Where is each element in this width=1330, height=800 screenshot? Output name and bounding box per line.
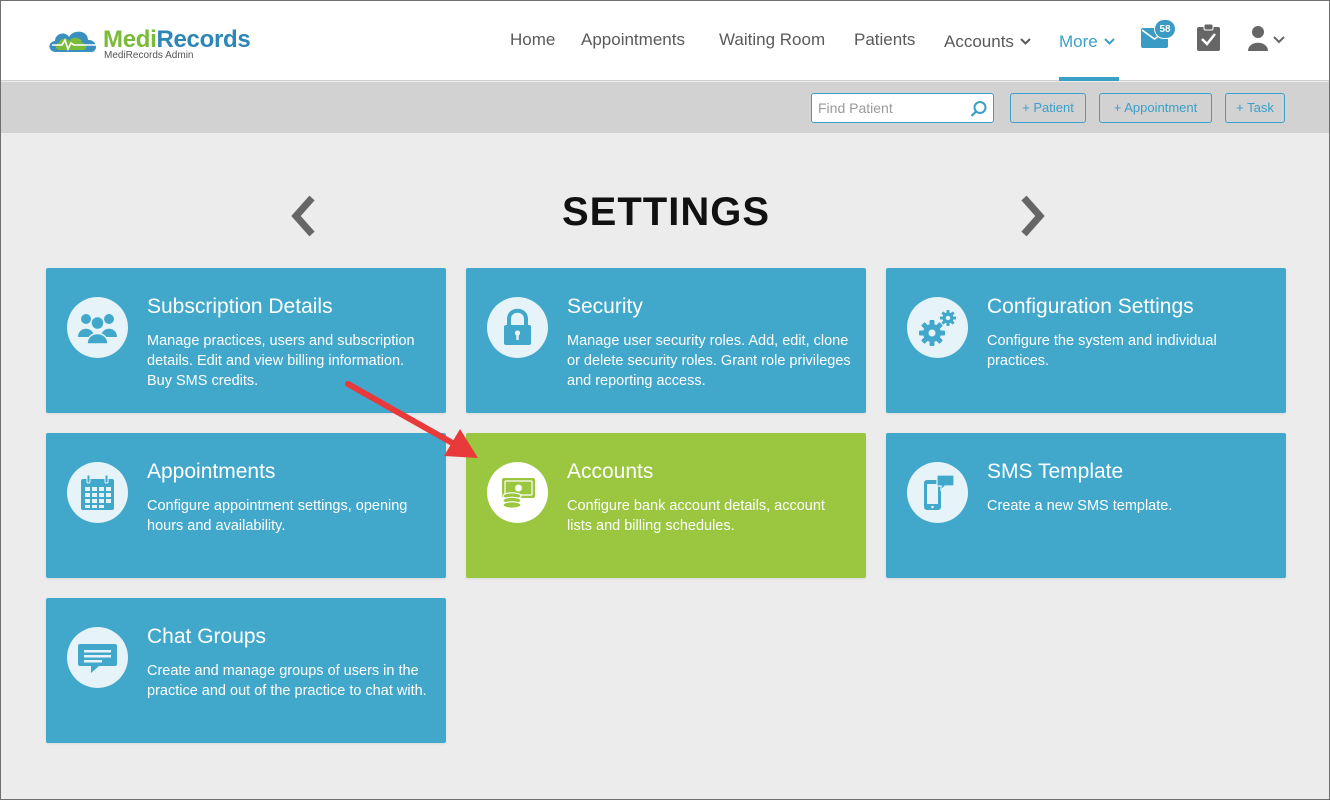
card-title: Configuration Settings [987,295,1194,318]
chevron-down-icon [1020,30,1031,50]
calendar-icon [67,462,128,523]
card-title: Subscription Details [147,295,333,318]
money-icon [487,462,548,523]
card-title: Appointments [147,460,276,483]
page-title: SETTINGS [561,190,771,234]
nav-patients[interactable]: Patients [854,30,915,52]
card-description: Manage user security roles. Add, edit, c… [567,333,851,389]
top-navigation-bar: MediRecords MediRecords Admin Home Appoi… [0,0,1330,81]
card-title: Accounts [567,460,654,483]
nav-waiting-room[interactable]: Waiting Room [719,30,825,52]
medirecords-logo[interactable]: MediRecords MediRecords Admin [46,24,256,64]
chevron-down-icon [1104,30,1115,50]
subscription-details-card[interactable]: Subscription Details Manage practices, u… [46,268,446,413]
nav-more-label: More [1059,32,1098,51]
card-description: Create and manage groups of users in the… [147,663,427,699]
sms-template-card[interactable]: SMS Template Create a new SMS template. [886,433,1286,578]
nav-home[interactable]: Home [510,30,555,52]
user-account-menu[interactable] [1248,25,1288,56]
nav-appointments[interactable]: Appointments [581,30,685,52]
cloud-logo-icon [49,31,97,52]
logo-subtitle: MediRecords Admin [104,50,194,61]
user-icon [1248,26,1285,51]
previous-page-arrow[interactable] [290,195,318,242]
phone-message-icon [907,462,968,523]
chat-groups-card[interactable]: Chat Groups Create and manage groups of … [46,598,446,743]
nav-accounts[interactable]: Accounts [944,30,1031,52]
clipboard-check-icon[interactable] [1197,23,1220,56]
users-icon [67,297,128,358]
card-description: Configure the system and individual prac… [987,333,1217,369]
lock-icon [487,297,548,358]
card-description: Create a new SMS template. [987,498,1173,514]
nav-more[interactable]: More [1059,30,1115,52]
action-toolbar: + Patient + Appointment + Task [0,82,1330,133]
card-title: SMS Template [987,460,1124,483]
card-title: Chat Groups [147,625,267,648]
configuration-settings-card[interactable]: Configuration Settings Configure the sys… [886,268,1286,413]
add-patient-button[interactable]: + Patient [1010,93,1086,123]
message-count-badge: 58 [1154,19,1176,39]
nav-accounts-label: Accounts [944,32,1014,51]
gears-icon [907,297,968,358]
add-appointment-button[interactable]: + Appointment [1099,93,1212,123]
add-task-button[interactable]: + Task [1225,93,1285,123]
appointments-card[interactable]: Appointments Configure appointment setti… [46,433,446,578]
next-page-arrow[interactable] [1018,195,1046,242]
find-patient-search[interactable] [811,93,994,123]
chat-bubble-icon [67,627,128,688]
card-description: Manage practices, users and subscription… [147,333,415,389]
security-card[interactable]: Security Manage user security roles. Add… [466,268,866,413]
card-description: Configure bank account details, account … [567,498,825,534]
card-description: Configure appointment settings, opening … [147,498,408,534]
accounts-card[interactable]: Accounts Configure bank account details,… [466,433,866,578]
search-icon[interactable] [970,100,988,123]
card-title: Security [567,295,643,318]
find-patient-input[interactable] [818,98,968,118]
active-nav-indicator [1059,77,1119,81]
